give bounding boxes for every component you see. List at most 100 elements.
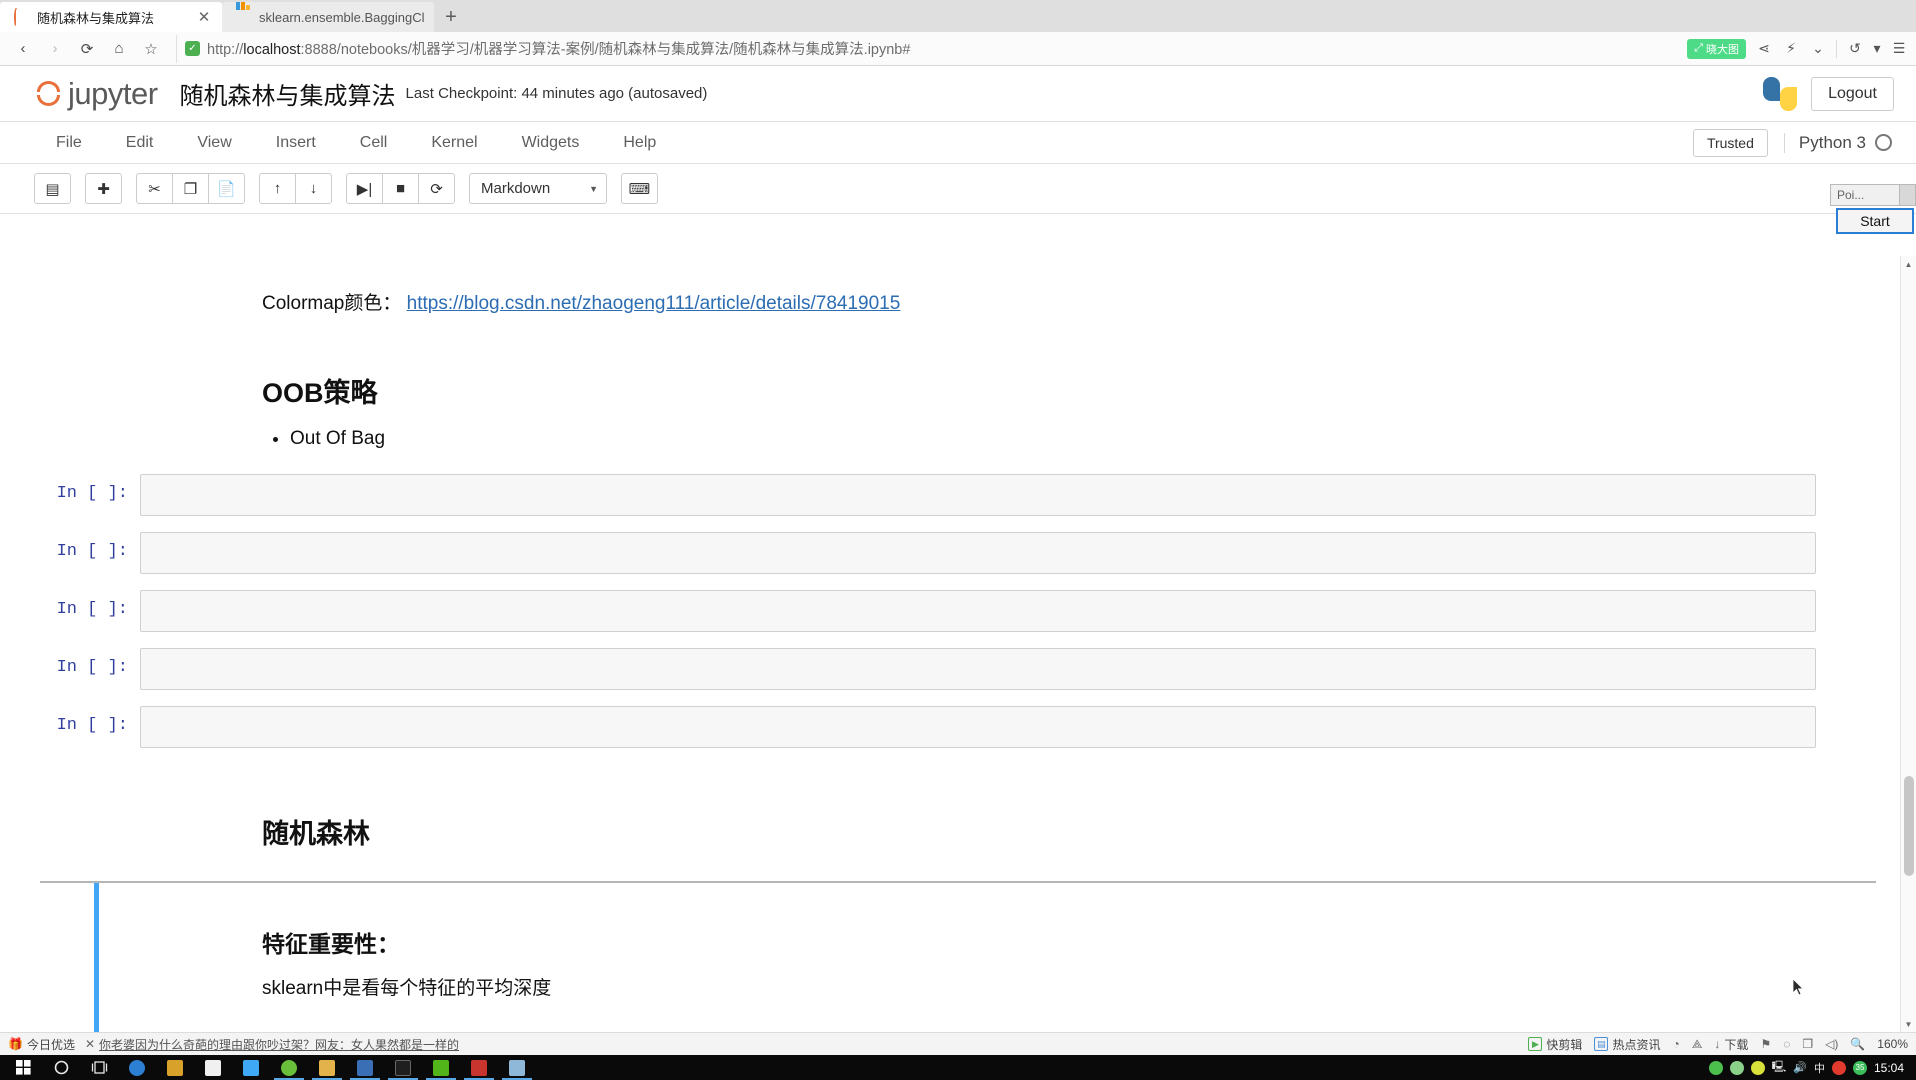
shield-icon[interactable]: ◌ — [1783, 1037, 1790, 1051]
scroll-down-icon[interactable]: ▼ — [1901, 1016, 1916, 1032]
file-explorer-icon[interactable] — [308, 1055, 346, 1080]
speed-icon[interactable]: ◔ — [1672, 1037, 1679, 1051]
zoom-level[interactable]: 160% — [1877, 1037, 1908, 1051]
interrupt-kernel-button[interactable]: ■ — [382, 173, 419, 204]
news-item[interactable]: ✕ 你老婆因为什么奇葩的理由跟你吵过架？网友：女人果然都是一样的 — [85, 1036, 459, 1053]
360-speed-icon[interactable] — [1750, 1060, 1765, 1075]
menu-cell[interactable]: Cell — [338, 127, 410, 159]
sogou-icon[interactable] — [1831, 1060, 1846, 1075]
network-icon[interactable]: 🖳 — [1772, 1058, 1787, 1077]
cell-type-select[interactable]: Markdown ▼ — [469, 173, 607, 204]
code-editor[interactable] — [140, 706, 1816, 749]
insert-cell-button[interactable]: ✚ — [85, 173, 122, 204]
menu-view[interactable]: View — [175, 127, 253, 159]
home-icon[interactable]: ⌂ — [104, 35, 134, 63]
code-cell-1[interactable]: In [ ]: — [40, 466, 1876, 524]
menu-insert[interactable]: Insert — [254, 127, 338, 159]
code-editor[interactable] — [140, 532, 1816, 575]
share-icon[interactable]: ⋖ — [1755, 40, 1773, 57]
code-editor[interactable] — [140, 590, 1816, 633]
bolt-icon[interactable]: ⚡ — [1782, 40, 1800, 57]
cut-cell-button[interactable]: ✂ — [136, 173, 173, 204]
battery-icon[interactable]: 35 — [1852, 1060, 1867, 1075]
code-editor[interactable] — [140, 648, 1816, 691]
ime-icon[interactable]: 中 — [1814, 1060, 1825, 1076]
new-tab-button[interactable]: + — [434, 2, 468, 32]
logout-button[interactable]: Logout — [1811, 76, 1894, 111]
markdown-cell-oob[interactable]: OOB策略 Out Of Bag — [40, 333, 1876, 466]
wechat-icon[interactable] — [1708, 1060, 1723, 1075]
search-icon[interactable]: 🔍 — [1850, 1037, 1865, 1051]
menu-widgets[interactable]: Widgets — [500, 127, 602, 159]
clock[interactable]: 15:04 — [1874, 1061, 1904, 1075]
code-editor[interactable] — [140, 474, 1816, 517]
history-icon[interactable]: ↺ — [1846, 40, 1864, 57]
browser-menu-icon[interactable]: ☰ — [1890, 40, 1908, 57]
daily-deals-item[interactable]: 🎁 今日优选 — [8, 1036, 75, 1053]
rocket-icon[interactable]: ⟁ — [1692, 1037, 1703, 1052]
news-headline[interactable]: 你老婆因为什么奇葩的理由跟你吵过架？网友：女人果然都是一样的 — [99, 1036, 459, 1053]
code-cell-5[interactable]: In [ ]: — [40, 698, 1876, 756]
volume-icon[interactable]: ◁) — [1825, 1037, 1838, 1051]
scrollbar-thumb[interactable] — [1904, 776, 1914, 876]
kernel-indicator[interactable]: Python 3 — [1783, 132, 1892, 153]
vertical-scrollbar[interactable]: ▲ ▼ — [1900, 256, 1916, 1032]
editplus-icon[interactable] — [422, 1055, 460, 1080]
markdown-cell-colormap[interactable]: Colormap颜色： https://blog.csdn.net/zhaoge… — [40, 270, 1876, 333]
notebook-title[interactable]: 随机森林与集成算法 — [180, 76, 396, 111]
app-dark-icon[interactable] — [384, 1055, 422, 1080]
foxmail-icon[interactable] — [232, 1055, 270, 1080]
browser-tab-jupyter[interactable]: 随机森林与集成算法 ✕ — [0, 2, 222, 32]
bookmark-star-icon[interactable]: ☆ — [136, 35, 166, 63]
move-cell-up-button[interactable]: ↑ — [259, 173, 296, 204]
powerpoint-icon[interactable] — [346, 1055, 384, 1080]
edge-icon[interactable] — [118, 1055, 156, 1080]
start-button[interactable]: Start — [1836, 208, 1914, 234]
pycharm-icon[interactable] — [460, 1055, 498, 1080]
move-cell-down-button[interactable]: ↓ — [295, 173, 332, 204]
mail-icon[interactable] — [194, 1055, 232, 1080]
address-bar[interactable]: ✓ http://localhost:8888/notebooks/机器学习/机… — [176, 34, 1679, 63]
code-cell-4[interactable]: In [ ]: — [40, 640, 1876, 698]
csdn-link[interactable]: https://blog.csdn.net/zhaogeng111/articl… — [407, 293, 901, 314]
360-browser-icon[interactable] — [270, 1055, 308, 1080]
menu-kernel[interactable]: Kernel — [409, 127, 499, 159]
quick-clip-item[interactable]: ▶ 快剪辑 — [1528, 1036, 1582, 1053]
close-icon[interactable]: ✕ — [85, 1037, 95, 1051]
scroll-up-icon[interactable]: ▲ — [1901, 256, 1916, 272]
forward-icon[interactable]: › — [40, 35, 70, 63]
browser-tab-sklearn[interactable]: sklearn.ensemble.BaggingCla — [222, 2, 434, 32]
copy-cell-button[interactable]: ❐ — [172, 173, 209, 204]
markdown-cell-feature-importance[interactable]: 特征重要性： sklearn中是看每个特征的平均深度 — [40, 881, 1876, 1032]
paste-cell-button[interactable]: 📄 — [208, 173, 245, 204]
restart-kernel-button[interactable]: ⟳ — [418, 173, 455, 204]
hot-news-item[interactable]: ▤ 热点资讯 — [1594, 1036, 1660, 1053]
notebook-scroll-area[interactable]: Colormap颜色： https://blog.csdn.net/zhaoge… — [0, 256, 1916, 1032]
chevron-down-icon[interactable]: ⌄ — [1809, 40, 1827, 57]
back-icon[interactable]: ‹ — [8, 35, 38, 63]
command-palette-button[interactable]: ⌨ — [621, 173, 658, 204]
paint-icon[interactable] — [498, 1055, 536, 1080]
flag-icon[interactable]: ⚑ — [1760, 1037, 1771, 1051]
save-button[interactable]: ▤ — [34, 173, 71, 204]
task-view-icon[interactable] — [80, 1055, 118, 1080]
jupyter-logo[interactable]: jupyter — [34, 76, 158, 112]
close-icon[interactable]: ✕ — [196, 8, 212, 26]
markdown-cell-random-forest[interactable]: 随机森林 — [40, 774, 1876, 871]
menu-help[interactable]: Help — [601, 127, 678, 159]
microsoft-store-icon[interactable] — [156, 1055, 194, 1080]
download-item[interactable]: ↓ 下载 — [1714, 1036, 1748, 1053]
code-cell-3[interactable]: In [ ]: — [40, 582, 1876, 640]
run-cell-button[interactable]: ▶| — [346, 173, 383, 204]
menu-edit[interactable]: Edit — [104, 127, 176, 159]
menu-file[interactable]: File — [34, 127, 104, 159]
enlarge-image-button[interactable]: ⤢ 晓大图 — [1687, 38, 1746, 59]
window-icon[interactable]: ❐ — [1802, 1037, 1813, 1051]
history-caret-icon[interactable]: ▾ — [1873, 40, 1881, 57]
volume-icon[interactable]: 🔊 — [1793, 1061, 1807, 1074]
code-cell-2[interactable]: In [ ]: — [40, 524, 1876, 582]
reload-icon[interactable]: ⟳ — [72, 35, 102, 63]
security-icon[interactable] — [1729, 1060, 1744, 1075]
cortana-icon[interactable] — [42, 1055, 80, 1080]
start-button[interactable] — [4, 1055, 42, 1080]
